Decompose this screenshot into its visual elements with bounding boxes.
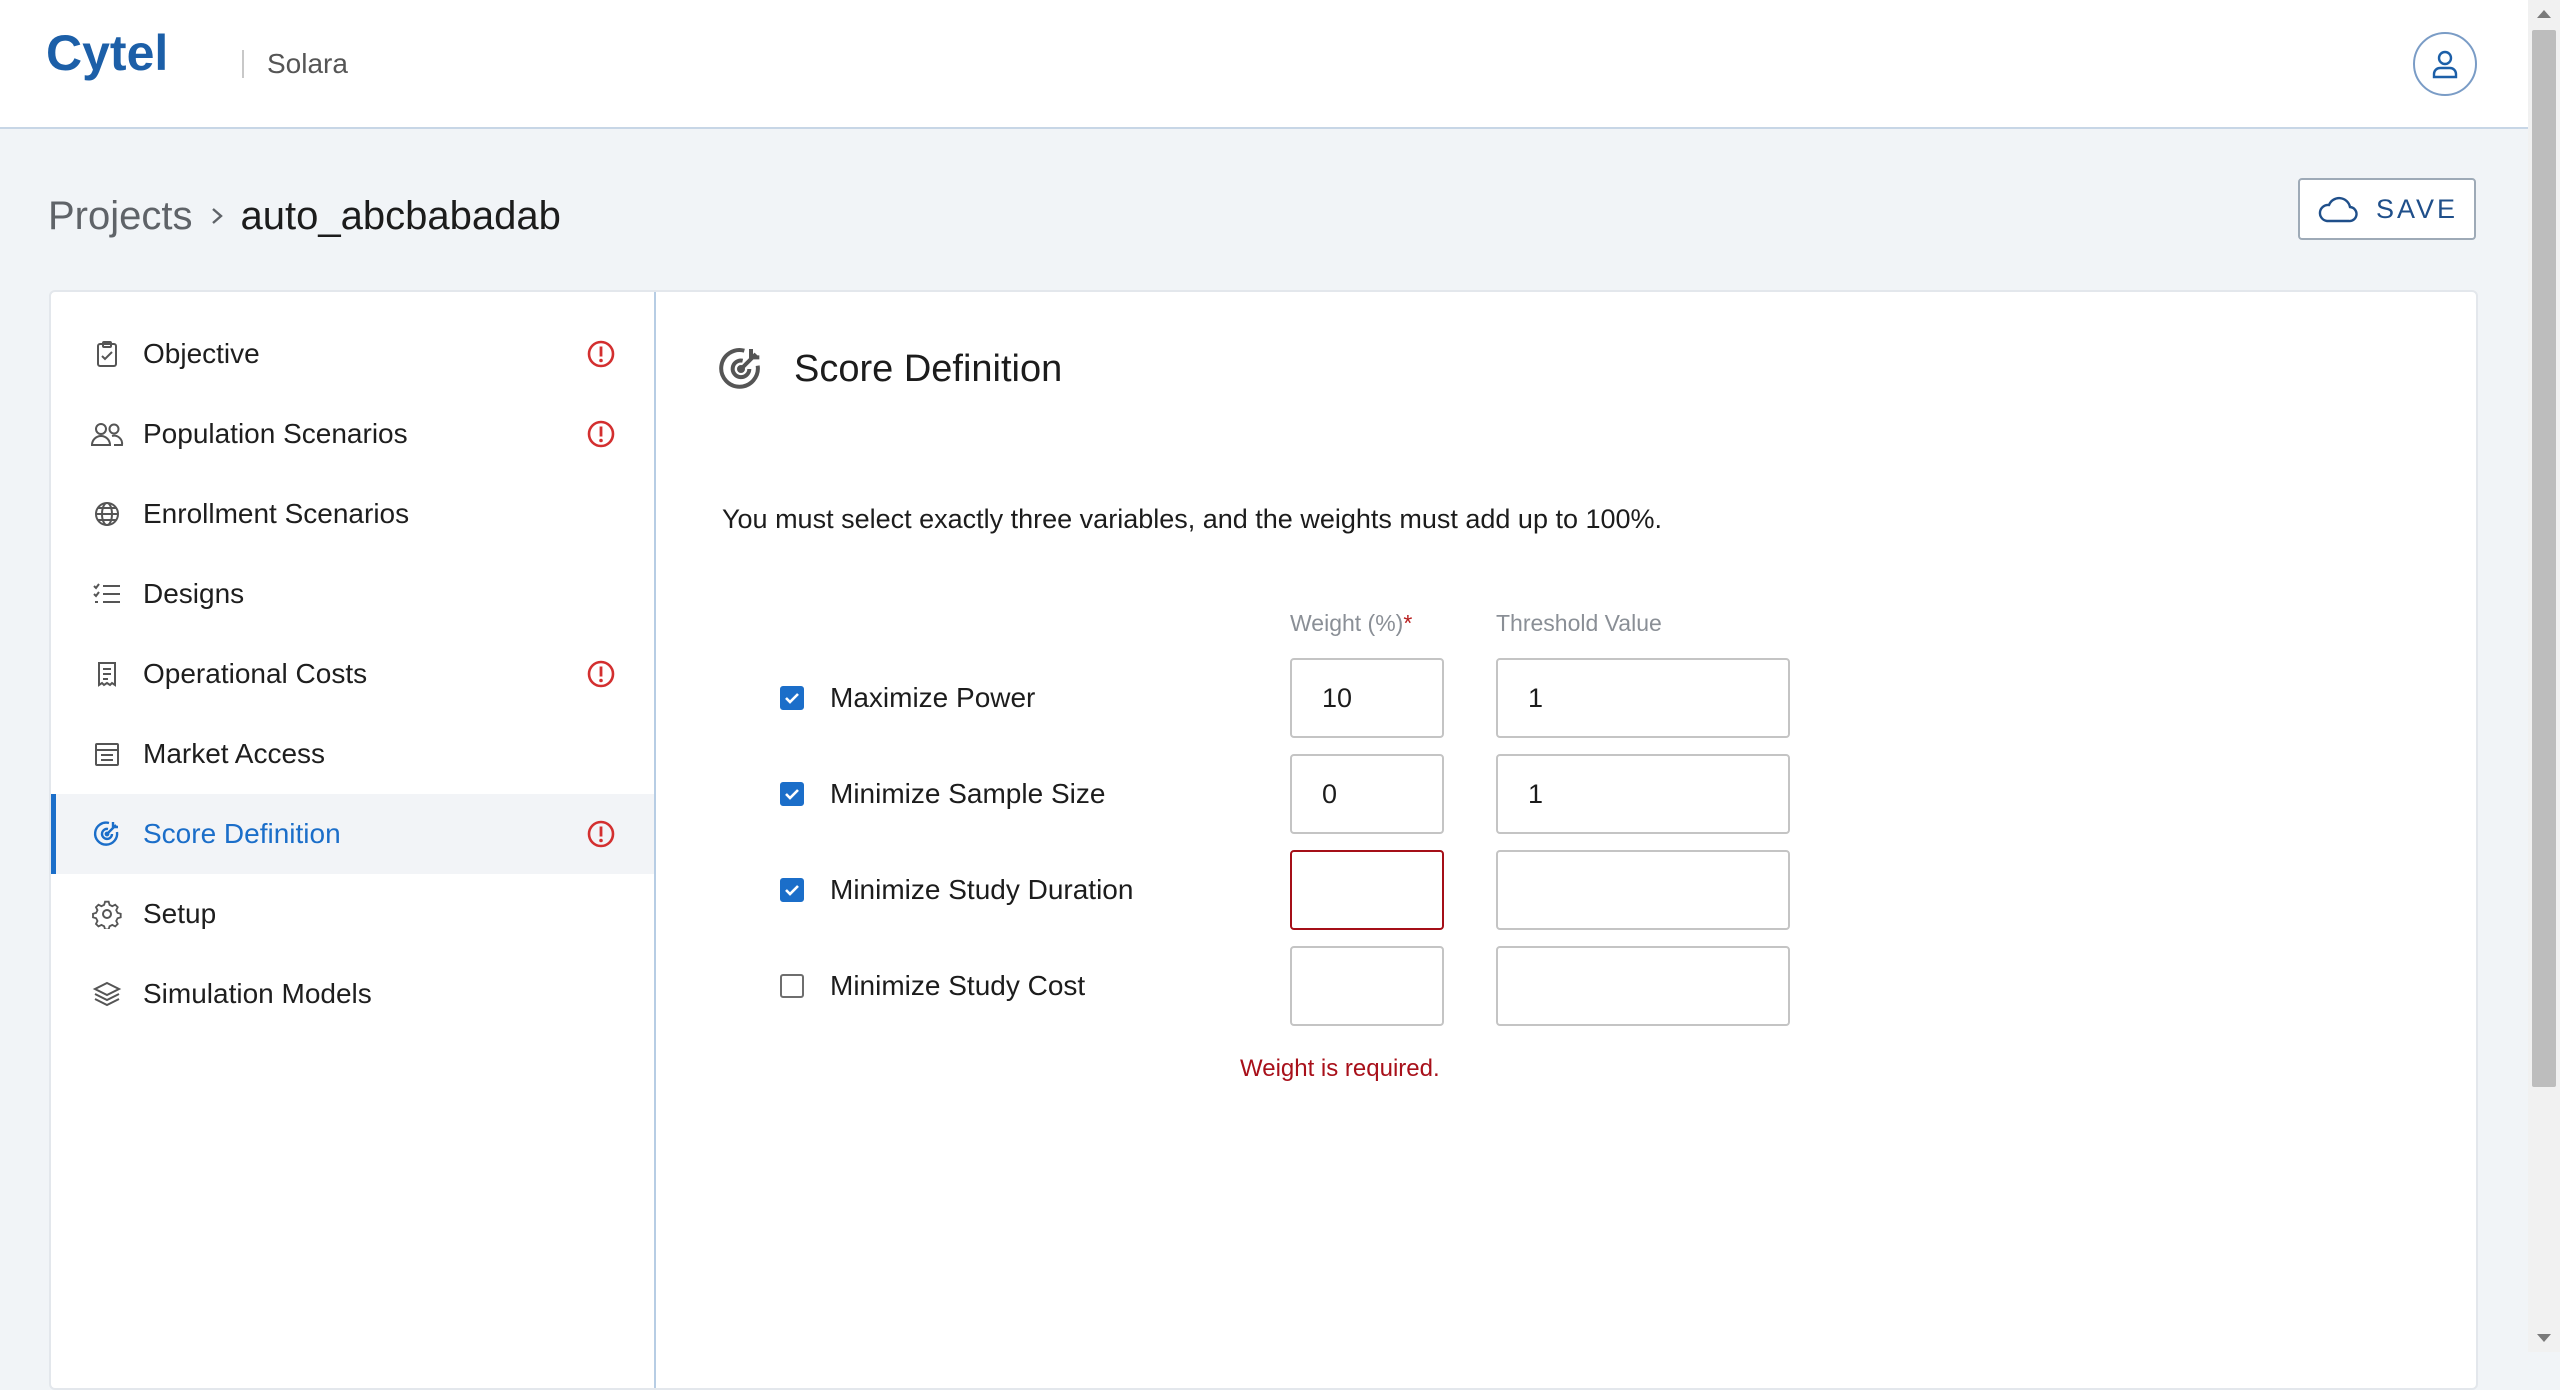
sidebar-item-designs[interactable]: Designs [51,554,654,634]
cytel-logo[interactable]: Cytel [46,25,186,101]
save-button[interactable]: SAVE [2298,178,2476,240]
breadcrumb: Projects auto_abcbabadab [48,188,561,244]
scrollbar-thumb[interactable] [2532,30,2556,1087]
checklist-icon [89,576,125,612]
sidebar-item-operational-costs[interactable]: Operational Costs [51,634,654,714]
minimize-study-cost-checkbox[interactable] [780,974,804,998]
warning-icon [586,419,616,456]
threshold-column-header: Threshold Value [1496,610,1662,636]
minimize-study-duration-weight-input[interactable] [1290,850,1444,930]
building-icon [89,736,125,772]
sidebar-item-simulation-models[interactable]: Simulation Models [51,954,654,1034]
instructions-text: You must select exactly three variables,… [722,504,1663,534]
sidebar-item-label: Operational Costs [143,658,368,689]
sidebar-item-label: Enrollment Scenarios [143,498,410,529]
maximize-power-weight-input[interactable] [1290,658,1444,738]
weight-column-header: Weight (%)* [1290,610,1412,637]
people-icon [89,416,125,452]
warning-icon [586,659,616,696]
minimize-sample-size-checkbox[interactable] [780,782,804,806]
scroll-down-arrow-icon[interactable] [2537,1334,2551,1342]
sidebar-item-score-definition[interactable]: Score Definition [51,794,654,874]
minimize-study-cost-threshold-input[interactable] [1496,946,1790,1026]
sidebar-item-market-access[interactable]: Market Access [51,714,654,794]
clipboard-check-icon [89,336,125,372]
weight-header-label: Weight (%) [1290,610,1404,636]
warning-icon [586,819,616,856]
minimize-study-duration-label: Minimize Study Duration [830,874,1134,905]
sidebar-item-label: Setup [143,898,217,929]
sidebar-item-label: Designs [143,578,245,609]
sidebar-nav: Objective Population Scenarios Enrollmen… [51,292,656,1388]
gear-icon [89,896,125,932]
scroll-up-arrow-icon[interactable] [2537,10,2551,18]
main-content: Score Definition You must select exactly… [656,292,2476,1388]
minimize-sample-size-threshold-input[interactable] [1496,754,1790,834]
chevron-right-icon [209,204,225,228]
maximize-power-label: Maximize Power [830,682,1036,713]
header-divider [242,50,244,78]
minimize-study-cost-label: Minimize Study Cost [830,970,1086,1001]
svg-text:Cytel: Cytel [46,26,168,81]
sidebar-item-population-scenarios[interactable]: Population Scenarios [51,394,654,474]
user-icon [2432,50,2458,79]
sidebar-item-label: Population Scenarios [143,418,408,449]
save-button-label: SAVE [2375,193,2459,224]
maximize-power-checkbox[interactable] [780,686,804,710]
sidebar-item-objective[interactable]: Objective [51,314,654,394]
warning-icon [586,339,616,376]
minimize-study-duration-threshold-input[interactable] [1496,850,1790,930]
globe-icon [89,496,125,532]
content-card: Objective Population Scenarios Enrollmen… [49,290,2478,1390]
layers-icon [89,976,125,1012]
sidebar-item-setup[interactable]: Setup [51,874,654,954]
page-scrollbar[interactable] [2528,0,2560,1352]
minimize-sample-size-weight-input[interactable] [1290,754,1444,834]
sidebar-item-label: Score Definition [143,818,341,849]
receipt-icon [89,656,125,692]
target-icon [719,348,760,389]
weight-error-message: Weight is required. [1240,1055,1440,1082]
required-mark: * [1403,610,1413,636]
cloud-icon [2318,196,2358,223]
maximize-power-threshold-input[interactable] [1496,658,1790,738]
sidebar-item-label: Simulation Models [143,978,372,1009]
breadcrumb-current-project: auto_abcbabadab [240,193,561,238]
minimize-study-duration-checkbox[interactable] [780,878,804,902]
top-header: Cytel Solara [0,0,2528,129]
app-name: Solara [267,48,348,79]
page-title: Score Definition [794,347,1063,390]
minimize-sample-size-label: Minimize Sample Size [830,778,1106,809]
user-menu-button[interactable] [2413,32,2477,96]
minimize-study-cost-weight-input[interactable] [1290,946,1444,1026]
sidebar-item-label: Objective [143,338,260,369]
breadcrumb-projects-link[interactable]: Projects [48,194,193,239]
sidebar-item-label: Market Access [143,738,326,769]
section-header: Score Definition [716,344,1062,394]
target-icon [89,816,125,852]
sidebar-item-enrollment-scenarios[interactable]: Enrollment Scenarios [51,474,654,554]
